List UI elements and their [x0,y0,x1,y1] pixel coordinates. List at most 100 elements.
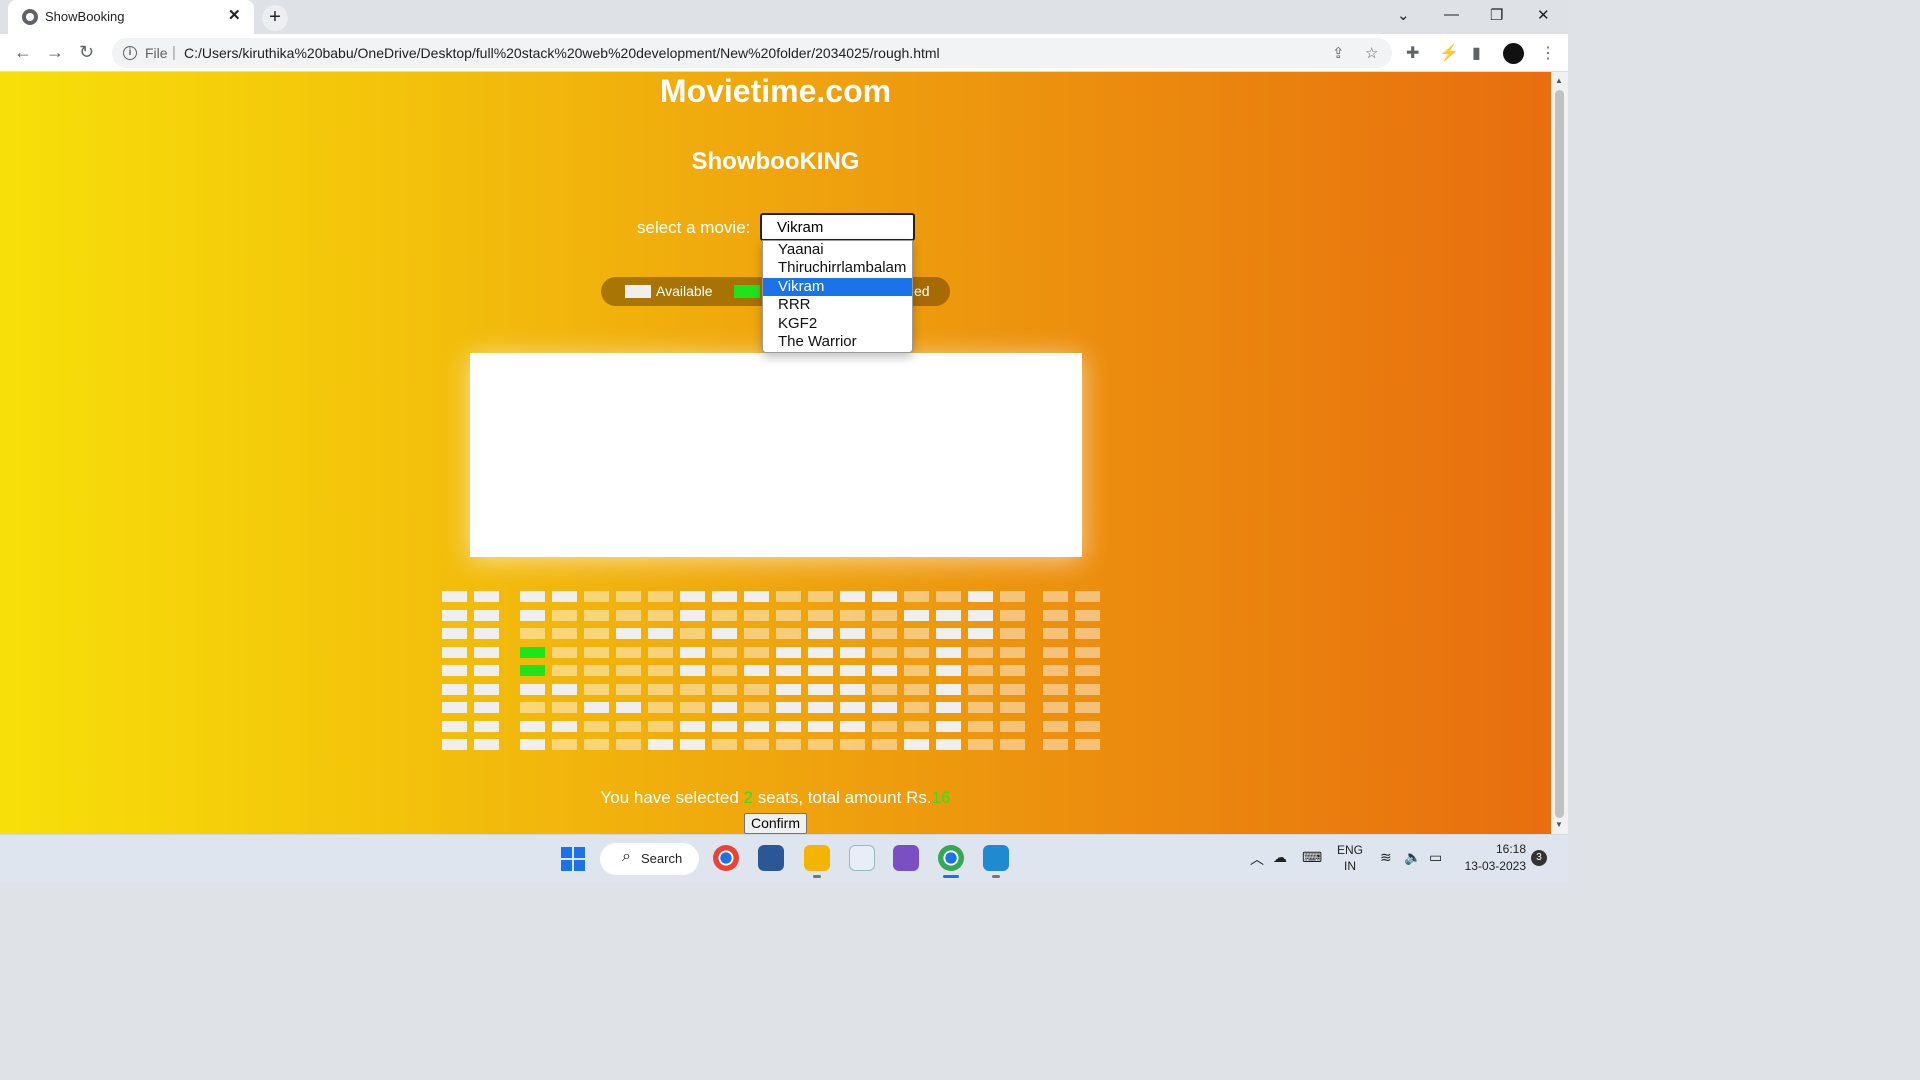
seat-available[interactable] [936,739,961,750]
seat-available[interactable] [936,702,961,713]
seat-available[interactable] [744,665,769,676]
movie-option[interactable]: KGF2 [763,315,912,333]
seat-available[interactable] [474,739,499,750]
side-panel-icon[interactable]: ▮ [1472,43,1481,63]
menu-icon[interactable]: ⋮ [1540,43,1556,63]
clock-date[interactable]: 13-03-2023 [1456,859,1526,873]
vscode-icon[interactable] [983,845,1009,871]
seat-available[interactable] [442,720,467,732]
seat-available[interactable] [936,665,961,676]
battery-icon[interactable]: ▭ [1429,849,1442,866]
seat-selected[interactable] [520,646,545,658]
seat-available[interactable] [616,702,641,713]
star-icon[interactable]: ☆ [1365,44,1378,62]
seat-available[interactable] [936,628,961,639]
visual-studio-icon[interactable] [893,845,919,871]
seat-available[interactable] [442,739,467,750]
seat-available[interactable] [680,720,705,732]
seat-available[interactable] [442,702,467,713]
seat-available[interactable] [520,720,545,732]
seat-available[interactable] [936,720,961,732]
seat-available[interactable] [744,591,769,602]
seat-available[interactable] [776,683,801,695]
seat-available[interactable] [712,628,737,639]
volume-icon[interactable]: 🔈 [1404,849,1421,866]
seat-available[interactable] [520,609,545,621]
share-icon[interactable]: ⇪ [1332,44,1345,62]
start-icon[interactable] [561,847,585,871]
seat-available[interactable] [442,628,467,639]
close-icon[interactable]: ✕ [1537,6,1550,24]
seat-available[interactable] [904,609,929,621]
seat-available[interactable] [474,646,499,658]
seat-available[interactable] [520,683,545,695]
seat-available[interactable] [712,720,737,732]
movie-option[interactable]: Thiruchirrlambalam [763,259,912,277]
chevron-up-icon[interactable]: ︿ [1250,849,1264,869]
seat-available[interactable] [808,646,833,658]
performance-icon[interactable]: ⚡ [1439,43,1459,63]
file-explorer-icon[interactable] [804,845,830,871]
seat-available[interactable] [552,683,577,695]
seat-available[interactable] [680,646,705,658]
seat-available[interactable] [584,702,609,713]
seat-available[interactable] [680,739,705,750]
seat-available[interactable] [808,720,833,732]
keyboard-icon[interactable]: ⌨ [1302,849,1322,866]
seat-available[interactable] [474,720,499,732]
movie-option[interactable]: Yaanai [763,241,912,259]
seat-available[interactable] [648,739,673,750]
seat-available[interactable] [474,591,499,602]
movie-option[interactable]: RRR [763,296,912,314]
onedrive-icon[interactable]: ☁ [1273,849,1287,866]
seat-available[interactable] [442,591,467,602]
language-top[interactable]: ENG [1334,843,1366,857]
reload-icon[interactable]: ↻ [79,42,94,63]
address-bar[interactable]: i File | C:/Users/kiruthika%20babu/OneDr… [112,38,1392,68]
forward-icon[interactable]: → [46,42,64,63]
browser-tab[interactable]: ShowBooking ✕ [8,0,254,34]
seat-available[interactable] [442,646,467,658]
seat-available[interactable] [474,628,499,639]
minimize-icon[interactable]: — [1444,6,1459,23]
seat-available[interactable] [872,702,897,713]
seat-available[interactable] [840,702,865,713]
seat-available[interactable] [520,591,545,602]
seat-available[interactable] [474,665,499,676]
seat-available[interactable] [474,702,499,713]
confirm-button[interactable]: Confirm [744,813,807,834]
seat-available[interactable] [442,609,467,621]
seat-available[interactable] [968,609,993,621]
seat-available[interactable] [648,628,673,639]
seat-available[interactable] [808,702,833,713]
seat-available[interactable] [680,591,705,602]
tab-search-icon[interactable]: ⌄ [1397,6,1410,24]
movie-option[interactable]: Vikram [763,277,912,297]
seat-available[interactable] [840,628,865,639]
seat-available[interactable] [968,628,993,639]
seat-available[interactable] [840,591,865,602]
scroll-down-icon[interactable]: ▼ [1555,820,1563,829]
seat-available[interactable] [442,683,467,695]
seat-available[interactable] [474,609,499,621]
word-icon[interactable] [849,845,875,871]
movie-option[interactable]: The Warrior [763,333,912,351]
store-icon[interactable] [758,845,784,871]
seat-available[interactable] [520,739,545,750]
seat-available[interactable] [840,665,865,676]
seat-available[interactable] [552,720,577,732]
chrome-active-icon[interactable] [938,845,964,871]
seat-available[interactable] [616,628,641,639]
info-icon[interactable]: i [123,46,137,60]
seat-available[interactable] [712,702,737,713]
seat-available[interactable] [776,720,801,732]
seat-available[interactable] [840,683,865,695]
seat-available[interactable] [936,683,961,695]
url-text[interactable]: C:/Users/kiruthika%20babu/OneDrive/Deskt… [184,45,940,61]
tab-close-icon[interactable]: ✕ [228,6,241,24]
seat-selected[interactable] [520,665,545,676]
notification-badge[interactable]: 3 [1531,850,1547,866]
seat-available[interactable] [776,702,801,713]
back-icon[interactable]: ← [14,42,32,63]
seat-available[interactable] [680,609,705,621]
